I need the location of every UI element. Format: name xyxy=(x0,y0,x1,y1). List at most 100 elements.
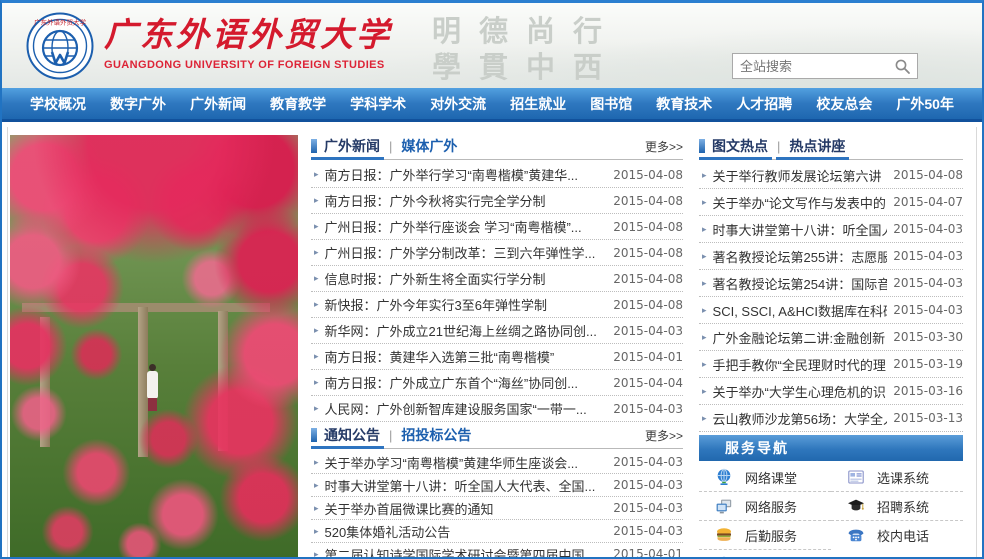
search-input[interactable] xyxy=(733,59,894,74)
news-item-title[interactable]: 广州日报：广外学分制改革：三到六年弹性学... xyxy=(325,243,608,262)
hotspot-item[interactable]: ▸ 广外金融论坛第二讲:金融创新：... 2015-03-30 xyxy=(699,324,963,351)
graduation-cap-icon xyxy=(847,497,865,515)
notice-item-title[interactable]: 520集体婚礼活动公告 xyxy=(325,522,608,541)
nav-list: 学校概况 数字广外 广外新闻 教育教学 学科学术 对外交流 招生就业 图书馆 教… xyxy=(6,94,978,114)
hotspot-item-title[interactable]: 云山教师沙龙第56场：大学全人... xyxy=(713,409,888,428)
news-more-link[interactable]: 更多>> xyxy=(645,138,683,155)
news-item-date: 2015-04-04 xyxy=(613,376,683,390)
news-item[interactable]: ▸ 广州日报：广外学分制改革：三到六年弹性学... 2015-04-08 xyxy=(311,240,683,266)
news-item-title[interactable]: 新华网：广外成立21世纪海上丝绸之路协同创... xyxy=(325,321,608,340)
nav-item[interactable]: 图书馆 xyxy=(590,94,632,114)
notice-item[interactable]: ▸ 520集体婚礼活动公告 2015-04-03 xyxy=(311,520,683,543)
news-item-title[interactable]: 人民网：广外创新智库建设服务国家“一带一... xyxy=(325,399,608,418)
news-item[interactable]: ▸ 南方日报：广外成立广东首个“海丝”协同创... 2015-04-04 xyxy=(311,370,683,396)
news-item[interactable]: ▸ 南方日报：广外今秋将实行完全学分制 2015-04-08 xyxy=(311,188,683,214)
service-item[interactable]: 后勤服务 xyxy=(699,521,831,550)
tab-bidding-notices[interactable]: 招投标公告 xyxy=(401,422,471,448)
notice-more-link[interactable]: 更多>> xyxy=(645,427,683,444)
service-item-label[interactable]: 选课系统 xyxy=(877,468,929,487)
tab-gwnews[interactable]: 广外新闻 xyxy=(324,133,380,159)
hotspot-item[interactable]: ▸ 关于举办“论文写作与发表中的... 2015-04-07 xyxy=(699,189,963,216)
tab-hot-lectures[interactable]: 热点讲座 xyxy=(789,133,845,159)
news-item[interactable]: ▸ 南方日报：广外举行学习“南粤楷模”黄建华... 2015-04-08 xyxy=(311,162,683,188)
service-item-label[interactable]: 网络课堂 xyxy=(745,468,797,487)
news-item-title[interactable]: 南方日报：广外举行学习“南粤楷模”黄建华... xyxy=(325,165,608,184)
hotspot-item[interactable]: ▸ 著名教授论坛第255讲：志愿服务... 2015-04-03 xyxy=(699,243,963,270)
hotspot-item-title[interactable]: 关于举行教师发展论坛第六讲《... xyxy=(713,166,888,185)
nav-item[interactable]: 学校概况 xyxy=(30,94,86,114)
service-item[interactable]: 招聘系统 xyxy=(831,492,963,521)
hotspot-item-title[interactable]: 广外金融论坛第二讲:金融创新：... xyxy=(713,328,888,347)
brand-block[interactable]: 广东外语外贸大学 GUANGDONG UNIVERSITY OF FOREIGN… xyxy=(104,18,392,71)
service-item-label[interactable]: 专题网站 xyxy=(877,555,929,558)
service-item-label[interactable]: 校内电话 xyxy=(877,526,929,545)
service-item[interactable]: 校园活动 xyxy=(699,550,831,557)
tab-hot-topics[interactable]: 图文热点 xyxy=(712,133,768,159)
course-form-icon xyxy=(847,468,865,486)
nav-item[interactable]: 广外新闻 xyxy=(190,94,246,114)
service-item[interactable]: 网络课堂 xyxy=(699,463,831,492)
news-item-title[interactable]: 新快报：广外今年实行3至6年弹性学制 xyxy=(325,295,608,314)
hotspot-item[interactable]: ▸ 手把手教你“全民理财时代的理... 2015-03-19 xyxy=(699,351,963,378)
service-item-label[interactable]: 后勤服务 xyxy=(745,526,797,545)
hotspot-item-title[interactable]: 时事大讲堂第十八讲：听全国人... xyxy=(713,220,888,239)
service-item[interactable]: 专题网站 xyxy=(831,550,963,557)
nav-item[interactable]: 数字广外 xyxy=(110,94,166,114)
hotspot-item[interactable]: ▸ SCI, SSCI, A&HCI数据库在科研中... 2015-04-03 xyxy=(699,297,963,324)
news-item-title[interactable]: 广州日报：广外举行座谈会 学习“南粤楷模”... xyxy=(325,217,608,236)
arrow-bullet-icon: ▸ xyxy=(314,325,319,336)
nav-item[interactable]: 对外交流 xyxy=(430,94,486,114)
arrow-bullet-icon: ▸ xyxy=(314,503,319,514)
hotspot-item-title[interactable]: SCI, SSCI, A&HCI数据库在科研中... xyxy=(713,301,888,320)
hotspot-item[interactable]: ▸ 关于举办“大学生心理危机的识... 2015-03-16 xyxy=(699,378,963,405)
hotspot-section-header: 图文热点 | 热点讲座 xyxy=(699,133,963,160)
hotspot-item-date: 2015-04-03 xyxy=(893,276,963,290)
nav-item[interactable]: 人才招聘 xyxy=(736,94,792,114)
nav-item[interactable]: 教育技术 xyxy=(656,94,712,114)
news-item-title[interactable]: 南方日报：黄建华入选第三批“南粤楷模” xyxy=(325,347,608,366)
tab-notices[interactable]: 通知公告 xyxy=(324,422,380,448)
news-item[interactable]: ▸ 人民网：广外创新智库建设服务国家“一带一... 2015-04-03 xyxy=(311,396,683,422)
service-item[interactable]: 网络服务 xyxy=(699,492,831,521)
nav-item[interactable]: 学科学术 xyxy=(350,94,406,114)
service-item-label[interactable]: 网络服务 xyxy=(745,497,797,516)
news-item[interactable]: ▸ 广州日报：广外举行座谈会 学习“南粤楷模”... 2015-04-08 xyxy=(311,214,683,240)
hotspot-item[interactable]: ▸ 关于举行教师发展论坛第六讲《... 2015-04-08 xyxy=(699,162,963,189)
nav-item[interactable]: 教育教学 xyxy=(270,94,326,114)
campus-photo[interactable] xyxy=(10,135,298,557)
nav-item[interactable]: 校友总会 xyxy=(816,94,872,114)
hotspot-item[interactable]: ▸ 时事大讲堂第十八讲：听全国人... 2015-04-03 xyxy=(699,216,963,243)
news-item[interactable]: ▸ 信息时报：广外新生将全面实行学分制 2015-04-08 xyxy=(311,266,683,292)
notice-item-title[interactable]: 时事大讲堂第十八讲：听全国人大代表、全国... xyxy=(325,476,608,495)
notice-item-title[interactable]: 关于举办首届微课比赛的通知 xyxy=(325,499,608,518)
notice-item[interactable]: ▸ 关于举办学习“南粤楷模”黄建华师生座谈会... 2015-04-03 xyxy=(311,451,683,474)
notice-item-title[interactable]: 关于举办学习“南粤楷模”黄建华师生座谈会... xyxy=(325,453,608,472)
hotspot-item-title[interactable]: 著名教授论坛第255讲：志愿服务... xyxy=(713,247,888,266)
service-item-label[interactable]: 校园活动 xyxy=(745,555,797,558)
hotspot-item-title[interactable]: 关于举办“论文写作与发表中的... xyxy=(713,193,888,212)
service-item[interactable]: 校内电话 xyxy=(831,521,963,549)
news-item-title[interactable]: 信息时报：广外新生将全面实行学分制 xyxy=(325,269,608,288)
news-item[interactable]: ▸ 南方日报：黄建华入选第三批“南粤楷模” 2015-04-01 xyxy=(311,344,683,370)
hotspot-item-title[interactable]: 手把手教你“全民理财时代的理... xyxy=(713,355,888,374)
hotspot-item-title[interactable]: 关于举办“大学生心理危机的识... xyxy=(713,382,888,401)
service-item-label[interactable]: 招聘系统 xyxy=(877,497,929,516)
news-item[interactable]: ▸ 新华网：广外成立21世纪海上丝绸之路协同创... 2015-04-03 xyxy=(311,318,683,344)
notice-item[interactable]: ▸ 时事大讲堂第十八讲：听全国人大代表、全国... 2015-04-03 xyxy=(311,474,683,497)
tab-media-gw[interactable]: 媒体广外 xyxy=(401,133,457,159)
arrow-bullet-icon: ▸ xyxy=(702,386,707,397)
hotspot-item-title[interactable]: 著名教授论坛第254讲：国际音乐... xyxy=(713,274,888,293)
notice-item[interactable]: ▸ 第二届认知诗学国际学术研讨会暨第四届中国... 2015-04-01 xyxy=(311,543,683,557)
news-item-title[interactable]: 南方日报：广外成立广东首个“海丝”协同创... xyxy=(325,373,608,392)
service-item[interactable]: 选课系统 xyxy=(831,463,963,492)
hotspot-item[interactable]: ▸ 云山教师沙龙第56场：大学全人... 2015-03-13 xyxy=(699,405,963,432)
hotspot-item[interactable]: ▸ 著名教授论坛第254讲：国际音乐... 2015-04-03 xyxy=(699,270,963,297)
news-list: ▸ 南方日报：广外举行学习“南粤楷模”黄建华... 2015-04-08 ▸ 南… xyxy=(311,160,683,422)
notice-item-title[interactable]: 第二届认知诗学国际学术研讨会暨第四届中国... xyxy=(325,545,608,558)
news-item[interactable]: ▸ 新快报：广外今年实行3至6年弹性学制 2015-04-08 xyxy=(311,292,683,318)
nav-item[interactable]: 招生就业 xyxy=(510,94,566,114)
nav-item[interactable]: 广外50年 xyxy=(896,94,954,114)
news-item-title[interactable]: 南方日报：广外今秋将实行完全学分制 xyxy=(325,191,608,210)
notice-item[interactable]: ▸ 关于举办首届微课比赛的通知 2015-04-03 xyxy=(311,497,683,520)
magnifier-icon[interactable] xyxy=(894,58,911,75)
